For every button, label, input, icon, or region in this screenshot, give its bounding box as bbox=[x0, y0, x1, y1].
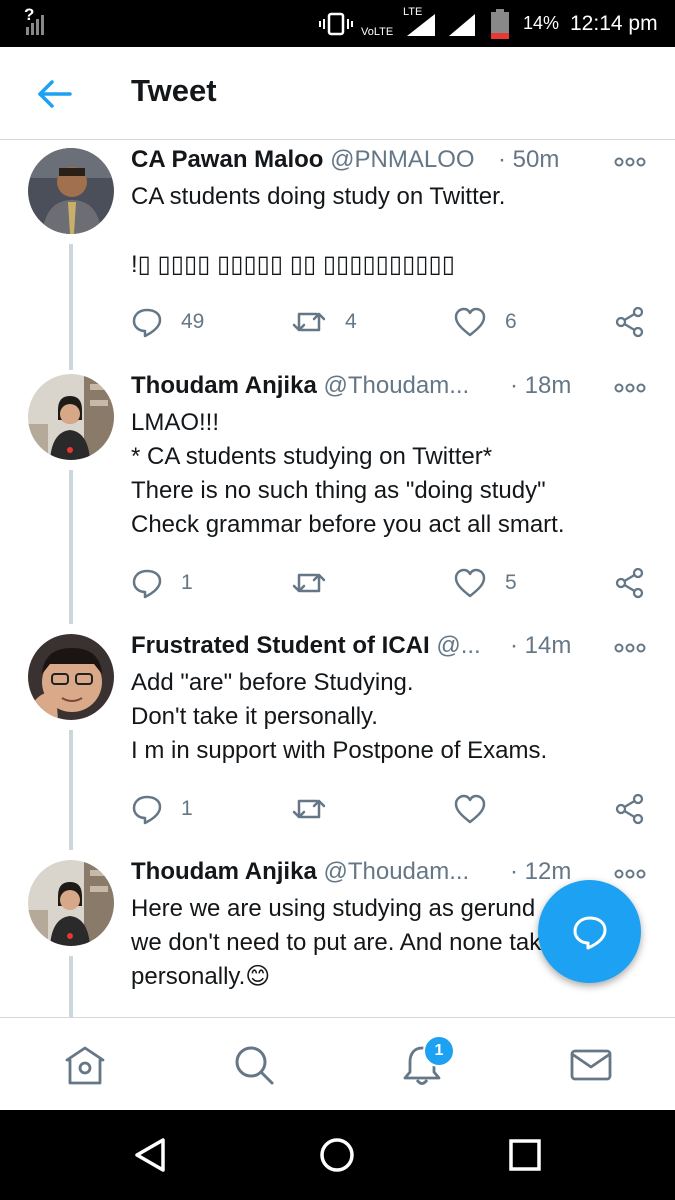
arrow-left-icon bbox=[38, 80, 72, 108]
back-button[interactable] bbox=[30, 74, 76, 114]
more-dots-icon bbox=[614, 643, 646, 653]
heart-icon bbox=[454, 307, 486, 337]
user-handle[interactable]: @Thoudam... bbox=[323, 372, 469, 399]
reply-button[interactable]: 1 bbox=[131, 565, 193, 601]
avatar[interactable] bbox=[28, 634, 114, 720]
search-tab[interactable] bbox=[229, 1040, 279, 1090]
notification-badge: 1 bbox=[423, 1035, 455, 1067]
tweet-item[interactable]: Thoudam Anjika @Thoudam... · 18m LMAO!!!… bbox=[0, 362, 675, 626]
reply-count: 49 bbox=[181, 310, 205, 333]
like-count: 6 bbox=[505, 310, 517, 333]
display-name[interactable]: Frustrated Student of ICAI bbox=[131, 632, 430, 659]
thread-connector-line bbox=[69, 244, 73, 364]
thread-connector-line bbox=[69, 470, 73, 624]
more-options-button[interactable] bbox=[614, 640, 646, 656]
tweet-item[interactable]: CA Pawan Maloo @PNMALOO · 50m CA student… bbox=[0, 140, 675, 370]
bottom-navigation: 1 bbox=[0, 1017, 675, 1111]
tweet-actions: 1 5 bbox=[131, 565, 651, 601]
more-options-button[interactable] bbox=[614, 866, 646, 882]
user-handle[interactable]: @... bbox=[436, 632, 480, 659]
like-count: 5 bbox=[505, 571, 517, 594]
more-dots-icon bbox=[614, 383, 646, 393]
tweet-actions: 49 4 6 bbox=[131, 304, 651, 340]
tweet-time: · 12m bbox=[510, 858, 572, 885]
tweet-item[interactable]: Frustrated Student of ICAI @... · 14m Ad… bbox=[0, 626, 675, 852]
thread-connector-line bbox=[69, 362, 73, 370]
search-icon bbox=[235, 1046, 274, 1085]
more-options-button[interactable] bbox=[614, 380, 646, 396]
retweet-count: 4 bbox=[345, 310, 357, 333]
retweet-icon bbox=[292, 573, 326, 593]
tweet-time: · 18m bbox=[510, 372, 572, 399]
compose-message-icon bbox=[573, 916, 606, 949]
status-bar: ? VoLTE LTE 14% 12:14 pm bbox=[0, 0, 675, 47]
more-dots-icon bbox=[614, 157, 646, 167]
clock-time: 12:14 pm bbox=[570, 11, 658, 35]
heart-icon bbox=[454, 568, 486, 598]
battery-icon bbox=[489, 0, 511, 47]
retweet-icon bbox=[292, 312, 326, 332]
retweet-button[interactable]: 4 bbox=[291, 304, 357, 340]
retweet-icon bbox=[292, 799, 326, 819]
retweet-button[interactable] bbox=[291, 565, 345, 601]
thread-connector-line bbox=[69, 730, 73, 850]
share-button[interactable] bbox=[613, 304, 647, 340]
tweet-actions: 1 bbox=[131, 791, 651, 827]
home-tab[interactable] bbox=[60, 1040, 110, 1090]
more-dots-icon bbox=[614, 869, 646, 879]
retweet-button[interactable] bbox=[291, 791, 345, 827]
like-button[interactable] bbox=[453, 791, 505, 827]
thread-connector-line bbox=[69, 956, 73, 1017]
mail-icon bbox=[570, 1049, 612, 1081]
display-name[interactable]: Thoudam Anjika bbox=[131, 372, 317, 399]
system-home-button[interactable] bbox=[314, 1132, 360, 1178]
like-button[interactable]: 5 bbox=[453, 565, 517, 601]
user-handle[interactable]: @Thoudam... bbox=[323, 858, 469, 885]
system-back-button[interactable] bbox=[127, 1132, 173, 1178]
reply-count: 1 bbox=[181, 571, 193, 594]
avatar[interactable] bbox=[28, 860, 114, 946]
tweet-time: · 50m bbox=[498, 146, 560, 173]
more-options-button[interactable] bbox=[614, 154, 646, 170]
reply-button[interactable]: 49 bbox=[131, 304, 204, 340]
tweet-text: CA students doing study on Twitter. !▯ ▯… bbox=[131, 183, 506, 278]
triangle-back-icon bbox=[135, 1138, 165, 1172]
tweet-time: · 14m bbox=[510, 632, 572, 659]
compose-reply-button[interactable] bbox=[538, 880, 641, 983]
share-icon bbox=[615, 567, 644, 599]
user-handle[interactable]: @PNMALOO bbox=[330, 146, 474, 173]
share-button[interactable] bbox=[613, 565, 647, 601]
share-icon bbox=[615, 306, 644, 338]
reply-icon bbox=[132, 795, 162, 825]
system-navigation-bar bbox=[0, 1110, 675, 1200]
avatar[interactable] bbox=[28, 374, 114, 460]
battery-percent: 14% bbox=[523, 13, 560, 33]
reply-button[interactable]: 1 bbox=[131, 791, 193, 827]
messages-tab[interactable] bbox=[566, 1040, 616, 1090]
tweet-text: LMAO!!! * CA students studying on Twitte… bbox=[131, 409, 565, 538]
no-sim-signal-icon: ? bbox=[22, 0, 50, 47]
signal-icon bbox=[447, 0, 477, 47]
tweet-text: Add "are" before Studying. Don't take it… bbox=[131, 669, 548, 764]
reply-count: 1 bbox=[181, 797, 193, 820]
vibrate-icon bbox=[318, 0, 354, 47]
home-icon bbox=[65, 1046, 105, 1085]
lte-signal-icon bbox=[405, 0, 437, 47]
display-name[interactable]: Thoudam Anjika bbox=[131, 858, 317, 885]
like-button[interactable]: 6 bbox=[453, 304, 517, 340]
page-title: Tweet bbox=[131, 73, 217, 108]
reply-icon bbox=[132, 569, 162, 599]
system-recents-button[interactable] bbox=[502, 1132, 548, 1178]
share-icon bbox=[615, 793, 644, 825]
signal-mark: ? bbox=[24, 5, 35, 24]
square-recents-icon bbox=[509, 1139, 541, 1171]
avatar[interactable] bbox=[28, 148, 114, 234]
display-name[interactable]: CA Pawan Maloo bbox=[131, 146, 323, 173]
heart-icon bbox=[454, 794, 486, 824]
share-button[interactable] bbox=[613, 791, 647, 827]
circle-home-icon bbox=[320, 1138, 354, 1172]
reply-icon bbox=[132, 308, 162, 338]
app-header: Tweet bbox=[0, 47, 675, 140]
